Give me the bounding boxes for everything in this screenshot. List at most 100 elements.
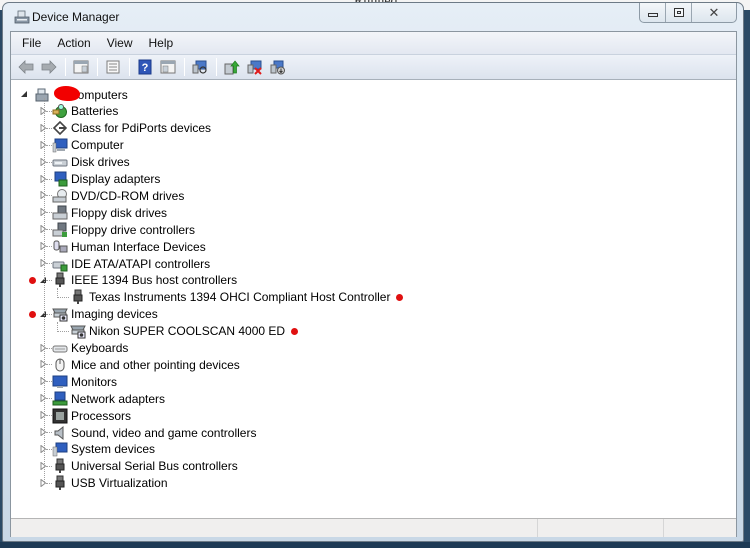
scanner-icon <box>70 325 86 339</box>
tree-category-disk-drives[interactable]: Disk drives <box>52 154 130 171</box>
update-driver-icon <box>224 60 240 75</box>
computer-root-icon <box>35 88 49 101</box>
scanner-icon <box>52 308 68 322</box>
help-button[interactable]: ? <box>134 57 156 77</box>
properties-button[interactable] <box>102 57 124 77</box>
toolbar: ? <box>11 54 736 80</box>
tree-connector-line <box>44 98 45 484</box>
tree-root-computer[interactable]: Computers <box>34 86 128 103</box>
menu-help[interactable]: Help <box>149 36 174 50</box>
usb-icon <box>55 475 65 491</box>
tree-category-network-adapters[interactable]: Network adapters <box>52 390 165 407</box>
tree-category-sound-video-and-game-controllers[interactable]: Sound, video and game controllers <box>52 424 256 441</box>
tree-category-floppy-drive-controllers[interactable]: Floppy drive controllers <box>52 221 195 238</box>
uninstall-button[interactable] <box>244 57 266 77</box>
tree-category-display-adapters[interactable]: Display adapters <box>52 171 160 188</box>
network-adapter-icon <box>52 391 68 406</box>
tree-category-universal-serial-bus-controllers[interactable]: Universal Serial Bus controllers <box>52 458 238 475</box>
ieee1394-icon <box>73 289 83 305</box>
mouse-icon <box>55 358 65 372</box>
back-button[interactable] <box>15 57 37 77</box>
speaker-icon <box>54 425 64 440</box>
update-driver-button[interactable] <box>221 57 243 77</box>
tree-connector-line <box>57 330 69 332</box>
tree-category-ide-ata-atapi-controllers[interactable]: IDE ATA/ATAPI controllers <box>52 255 210 272</box>
title-bar[interactable]: Device Manager ✕ <box>3 3 743 31</box>
svg-text:?: ? <box>142 62 149 74</box>
disable-device-icon <box>270 60 285 75</box>
tree-node-label: Floppy drive controllers <box>71 222 196 237</box>
status-pane-2 <box>538 519 664 537</box>
scan-hardware-icon <box>192 60 207 74</box>
toolbar-separator <box>97 58 98 76</box>
tree-node-label: System devices <box>71 442 156 457</box>
scan-hardware-changes-button[interactable] <box>189 57 211 77</box>
menu-file[interactable]: File <box>22 36 41 50</box>
tree-category-floppy-disk-drives[interactable]: Floppy disk drives <box>52 204 167 221</box>
tree-category-monitors[interactable]: Monitors <box>52 373 117 390</box>
close-button[interactable]: ✕ <box>692 3 736 22</box>
tree-category-system-devices[interactable]: System devices <box>52 441 155 458</box>
tree-category-dvd-cd-rom-drives[interactable]: DVD/CD-ROM drives <box>52 187 184 204</box>
tree-node-label: Human Interface Devices <box>71 239 206 254</box>
close-icon: ✕ <box>708 4 720 20</box>
tree-node-label: Floppy disk drives <box>71 205 168 220</box>
monitor-icon <box>52 375 68 388</box>
tree-node-label: Sound, video and game controllers <box>71 425 257 440</box>
tree-node-label: Computer <box>71 138 124 153</box>
tree-category-usb-virtualization[interactable]: USB Virtualization <box>52 475 168 492</box>
device-manager-icon <box>14 10 30 24</box>
computer-icon <box>52 138 68 153</box>
show-hide-console-tree-button[interactable] <box>70 57 92 77</box>
tree-node-label: DVD/CD-ROM drives <box>71 188 185 203</box>
ports-icon <box>52 121 68 136</box>
window-title: Device Manager <box>32 10 120 24</box>
collapse-arrow-icon[interactable] <box>20 90 28 98</box>
show-hide-action-pane-button[interactable] <box>157 57 179 77</box>
disable-device-button[interactable] <box>267 57 289 77</box>
help-icon: ? <box>138 59 152 75</box>
ieee1394-icon <box>55 272 65 288</box>
tree-category-mice-and-other-pointing-devices[interactable]: Mice and other pointing devices <box>52 356 240 373</box>
forward-arrow-icon <box>41 60 57 74</box>
floppy-controller-icon <box>52 222 67 237</box>
tree-node-label: Universal Serial Bus controllers <box>71 459 238 474</box>
tree-category-computer[interactable]: Computer <box>52 137 124 154</box>
red-marker-dot <box>29 310 36 318</box>
tree-category-keyboards[interactable]: Keyboards <box>52 340 128 357</box>
tree-device-texas-instruments-1394-ohci-compliant-host-controller[interactable]: Texas Instruments 1394 OHCI Compliant Ho… <box>70 289 390 306</box>
tree-category-batteries[interactable]: Batteries <box>52 103 118 120</box>
back-arrow-icon <box>18 60 34 74</box>
device-tree[interactable]: Computers Batteries Class for PdiPorts dev… <box>11 81 736 516</box>
uninstall-icon <box>247 60 262 75</box>
red-marker-dot <box>396 293 404 301</box>
ide-controller-icon <box>52 261 68 271</box>
forward-button[interactable] <box>38 57 60 77</box>
tree-node-label: Network adapters <box>71 391 166 406</box>
tree-node-label: Disk drives <box>71 155 130 170</box>
tree-node-label: Display adapters <box>71 172 161 186</box>
tree-category-ieee-1394-bus-host-controllers[interactable]: IEEE 1394 Bus host controllers <box>52 272 237 289</box>
caption-buttons: ✕ <box>639 3 737 23</box>
tree-category-imaging-devices[interactable]: Imaging devices <box>52 306 158 323</box>
tree-category-human-interface-devices[interactable]: Human Interface Devices <box>52 238 206 255</box>
menu-view[interactable]: View <box>107 36 133 50</box>
status-bar <box>11 518 736 537</box>
maximize-button[interactable] <box>666 3 692 22</box>
floppy-icon <box>52 205 68 220</box>
status-pane-main <box>11 519 538 537</box>
red-marker-dot <box>291 327 299 335</box>
toolbar-separator <box>65 58 66 76</box>
tree-node-label: Imaging devices <box>71 307 158 322</box>
toolbar-separator <box>184 58 185 76</box>
menu-action[interactable]: Action <box>57 36 90 50</box>
tree-node-label: Monitors <box>71 374 118 389</box>
tree-category-processors[interactable]: Processors <box>52 407 131 424</box>
keyboard-icon <box>52 345 68 353</box>
tree-category-class-for-pdiports-devices[interactable]: Class for PdiPorts devices <box>52 120 211 137</box>
minimize-button[interactable] <box>640 3 666 22</box>
tree-device-nikon-super-coolscan-4000-ed[interactable]: Nikon SUPER COOLSCAN 4000 ED <box>70 323 285 340</box>
menu-bar: File Action View Help <box>11 32 736 54</box>
tree-node-label: Keyboards <box>71 341 129 355</box>
device-manager-window: Device Manager ✕ File Action View Help ?… <box>2 2 744 542</box>
